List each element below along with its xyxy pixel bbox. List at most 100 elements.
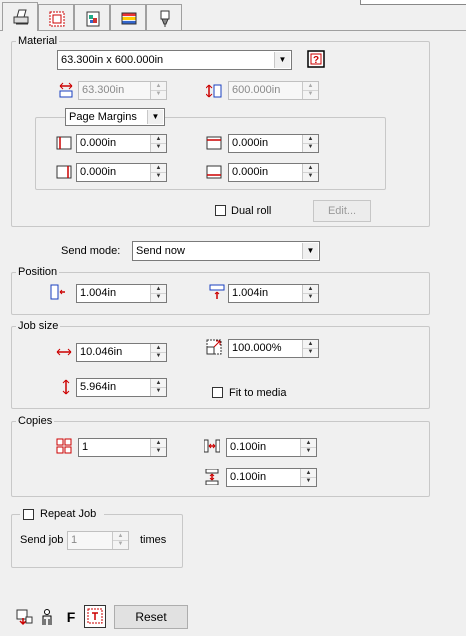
stepper-down-icon[interactable]: ▼: [303, 348, 318, 356]
person-button[interactable]: [37, 606, 57, 628]
dual-roll-checkbox[interactable]: [215, 205, 226, 216]
edit-button[interactable]: Edit...: [313, 200, 371, 222]
stepper-down-icon[interactable]: ▼: [151, 293, 166, 301]
material-size-select[interactable]: 63.300in x 600.000in ▼: [57, 50, 292, 70]
media-length-value: 600.000in: [232, 84, 281, 96]
media-length-stepper[interactable]: ▲ ▼: [302, 82, 318, 99]
margin-top-icon: [206, 136, 222, 150]
send-to-device-button[interactable]: [14, 606, 34, 628]
scale-icon: [206, 339, 222, 355]
horizontal-spacing-field[interactable]: 0.100in ▲ ▼: [226, 438, 317, 457]
send-job-count-value: 1: [71, 534, 78, 546]
scale-field[interactable]: 100.000% ▲ ▼: [228, 339, 319, 358]
repeat-job-label: Repeat Job: [40, 508, 97, 520]
copies-count-field[interactable]: 1 ▲ ▼: [78, 438, 167, 457]
send-mode-label: Send mode:: [61, 245, 121, 257]
margin-left-stepper[interactable]: ▲ ▼: [150, 135, 166, 152]
margin-left-icon: [56, 136, 72, 150]
stepper-down-icon[interactable]: ▼: [151, 143, 166, 151]
position-x-value: 1.004in: [80, 287, 117, 299]
cutter-icon: [160, 10, 170, 27]
position-y-icon: [209, 284, 225, 299]
media-length-icon: [206, 84, 222, 98]
position-x-stepper[interactable]: ▲ ▼: [150, 285, 166, 302]
position-y-field[interactable]: 1.004in ▲ ▼: [228, 284, 319, 303]
media-width-value: 63.300in: [82, 84, 125, 96]
stepper-down-icon[interactable]: ▼: [301, 447, 316, 455]
vertical-spacing-field[interactable]: 0.100in ▲ ▼: [226, 468, 317, 487]
stepper-down-icon[interactable]: ▼: [151, 352, 166, 360]
margin-left-value: 0.000in: [80, 137, 117, 149]
margin-top-field[interactable]: 0.000in ▲ ▼: [228, 134, 319, 153]
copies-count-stepper[interactable]: ▲ ▼: [150, 439, 166, 456]
send-job-label: Send job: [20, 534, 64, 546]
position-y-stepper[interactable]: ▲ ▼: [302, 285, 318, 302]
position-x-icon: [50, 284, 65, 300]
stepper-down-icon[interactable]: ▼: [303, 90, 318, 98]
margin-right-field[interactable]: 0.000in ▲ ▼: [76, 163, 167, 182]
scale-stepper[interactable]: ▲ ▼: [302, 340, 318, 357]
margin-bottom-stepper[interactable]: ▲ ▼: [302, 164, 318, 181]
layout-icon: [49, 11, 65, 27]
f-button[interactable]: F: [61, 606, 81, 628]
send-mode-select[interactable]: Send now ▼: [132, 241, 320, 261]
tile-icon: [87, 608, 103, 624]
media-length-field[interactable]: 600.000in ▲ ▼: [228, 81, 319, 100]
job-width-field[interactable]: 10.046in ▲ ▼: [76, 343, 167, 362]
chevron-down-icon: ▼: [302, 243, 318, 259]
send-job-count-field[interactable]: 1 ▲ ▼: [67, 531, 129, 550]
margin-left-field[interactable]: 0.000in ▲ ▼: [76, 134, 167, 153]
help-icon: ?: [307, 50, 325, 68]
tab-cutter[interactable]: [146, 4, 182, 30]
margin-top-stepper[interactable]: ▲ ▼: [302, 135, 318, 152]
position-x-field[interactable]: 1.004in ▲ ▼: [76, 284, 167, 303]
stepper-down-icon[interactable]: ▼: [151, 387, 166, 395]
margin-top-value: 0.000in: [232, 137, 269, 149]
fit-to-media-checkbox[interactable]: [212, 387, 223, 398]
job-size-legend: Job size: [16, 320, 61, 332]
send-job-count-stepper[interactable]: ▲ ▼: [112, 532, 128, 549]
job-width-icon: [56, 348, 72, 356]
stepper-down-icon[interactable]: ▼: [151, 90, 166, 98]
tab-layout[interactable]: [38, 4, 74, 30]
stepper-down-icon[interactable]: ▼: [301, 477, 316, 485]
page-margins-select[interactable]: Page Margins ▼: [65, 108, 165, 126]
media-width-field[interactable]: 63.300in ▲ ▼: [78, 81, 167, 100]
vertical-spacing-icon: [205, 469, 219, 485]
job-width-stepper[interactable]: ▲ ▼: [150, 344, 166, 361]
copies-count-value: 1: [82, 441, 89, 453]
margin-right-stepper[interactable]: ▲ ▼: [150, 164, 166, 181]
job-height-value: 5.964in: [80, 381, 117, 393]
top-right-panel: [360, 0, 466, 5]
dual-roll-label: Dual roll: [231, 205, 272, 217]
stepper-down-icon[interactable]: ▼: [303, 143, 318, 151]
stepper-down-icon[interactable]: ▼: [303, 293, 318, 301]
chevron-down-icon: ▼: [147, 110, 163, 124]
stepper-down-icon[interactable]: ▼: [151, 172, 166, 180]
material-help-button[interactable]: ?: [307, 50, 325, 68]
tab-color[interactable]: [74, 4, 110, 30]
copies-legend: Copies: [16, 415, 55, 427]
margin-right-icon: [56, 165, 72, 179]
repeat-job-checkbox[interactable]: [23, 509, 34, 520]
vertical-spacing-stepper[interactable]: ▲ ▼: [300, 469, 316, 486]
printer-icon: [13, 9, 29, 25]
margin-bottom-field[interactable]: 0.000in ▲ ▼: [228, 163, 319, 182]
job-height-icon: [62, 379, 70, 395]
stepper-down-icon[interactable]: ▼: [113, 540, 128, 548]
media-width-stepper[interactable]: ▲ ▼: [150, 82, 166, 99]
stepper-down-icon[interactable]: ▼: [303, 172, 318, 180]
reset-button[interactable]: Reset: [114, 605, 188, 629]
tab-media[interactable]: [110, 4, 146, 30]
stepper-down-icon[interactable]: ▼: [151, 447, 166, 455]
margin-bottom-icon: [206, 165, 222, 179]
material-legend: Material: [16, 35, 60, 47]
send-icon: [16, 609, 33, 626]
tab-general[interactable]: [2, 2, 38, 31]
tile-button[interactable]: [84, 605, 106, 628]
horizontal-spacing-stepper[interactable]: ▲ ▼: [300, 439, 316, 456]
job-height-stepper[interactable]: ▲ ▼: [150, 379, 166, 396]
job-height-field[interactable]: 5.964in ▲ ▼: [76, 378, 167, 397]
position-y-value: 1.004in: [232, 287, 269, 299]
position-legend: Position: [16, 266, 60, 278]
